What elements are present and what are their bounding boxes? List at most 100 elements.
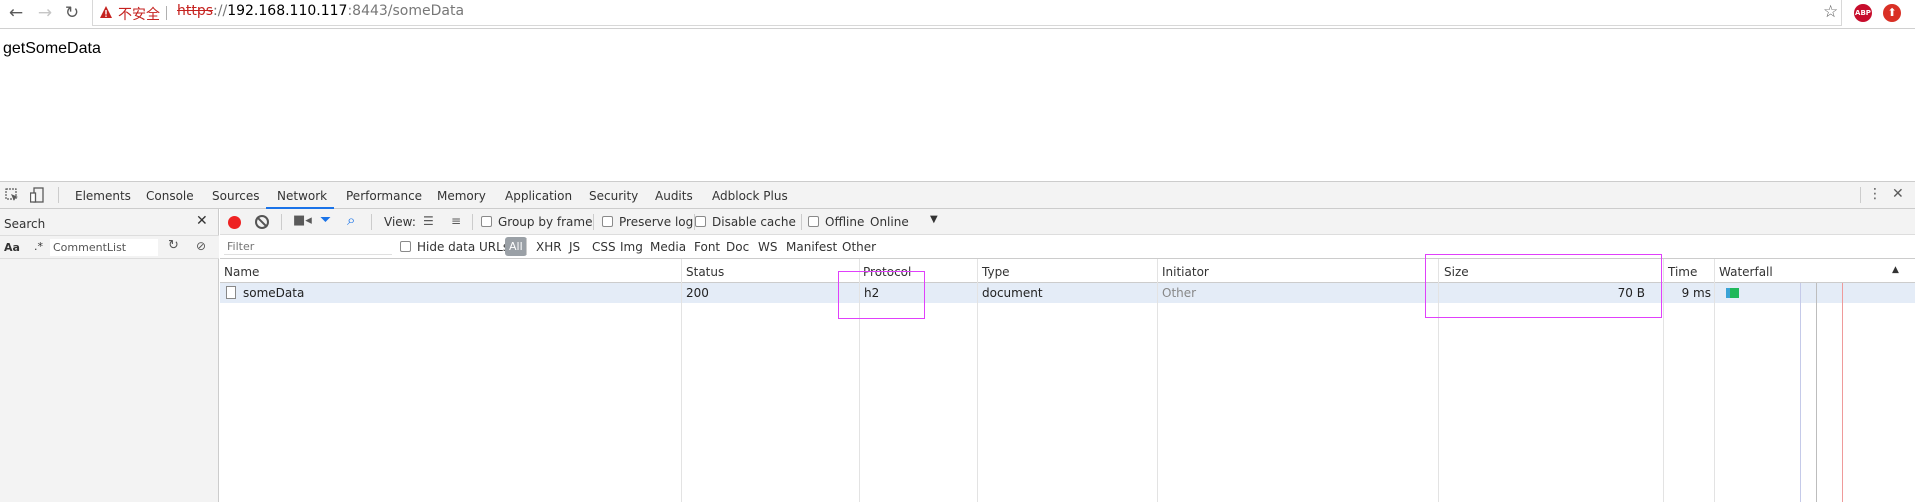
throttling-select[interactable]: Online	[870, 215, 909, 229]
url-scheme: https	[177, 3, 214, 19]
offline-label[interactable]: Offline	[825, 215, 864, 229]
filter-type-js[interactable]: JS	[569, 240, 580, 254]
search-input[interactable]	[50, 239, 158, 256]
tab-memory[interactable]: Memory	[437, 189, 486, 203]
filter-type-all[interactable]: All	[505, 237, 527, 256]
tab-application[interactable]: Application	[505, 189, 572, 203]
document-file-icon	[226, 286, 236, 299]
clear-icon[interactable]: ⊘	[196, 239, 206, 253]
annotation-box-protocol	[838, 271, 925, 319]
hide-data-urls-label[interactable]: Hide data URLs	[417, 240, 509, 254]
column-header-time[interactable]: Time	[1668, 265, 1697, 279]
tabbar-divider-right	[1860, 187, 1861, 203]
filter-type-xhr[interactable]: XHR	[536, 240, 562, 254]
preserve-log-label[interactable]: Preserve log	[619, 215, 693, 229]
dom-content-loaded-line	[1800, 283, 1801, 502]
column-divider[interactable]	[1157, 259, 1158, 502]
back-arrow-icon[interactable]: ←	[6, 3, 26, 23]
cell-initiator: Other	[1162, 286, 1197, 300]
filter-type-img[interactable]: Img	[620, 240, 643, 254]
toolbar-divider	[472, 214, 473, 230]
filter-type-manifest[interactable]: Manifest	[786, 240, 837, 254]
disable-cache-label[interactable]: Disable cache	[712, 215, 796, 229]
column-header-name[interactable]: Name	[224, 265, 259, 279]
inspect-element-icon[interactable]	[5, 188, 19, 202]
match-case-toggle[interactable]: Aa	[4, 241, 20, 254]
filter-type-doc[interactable]: Doc	[726, 240, 749, 254]
column-divider[interactable]	[681, 259, 682, 502]
toolbar-divider	[593, 214, 594, 230]
cell-type: document	[982, 286, 1043, 300]
group-by-frame-checkbox[interactable]	[481, 216, 492, 227]
cell-name[interactable]: someData	[243, 286, 304, 300]
tab-adblock-plus[interactable]: Adblock Plus	[712, 189, 788, 203]
search-row: Aa .* ↻ ⊘	[0, 235, 219, 259]
toolbar-divider	[281, 214, 282, 230]
overview-icon[interactable]: ≡	[451, 214, 461, 228]
devtools-tabbar: Elements Console Sources Network Perform…	[0, 182, 1915, 209]
group-by-frame-label[interactable]: Group by frame	[498, 215, 592, 229]
column-header-waterfall[interactable]: Waterfall	[1719, 265, 1773, 279]
url-scheme-sep: ://	[213, 3, 228, 19]
extension-arrow-icon[interactable]: ⬆	[1883, 4, 1901, 22]
insecure-label[interactable]: 不安全	[118, 4, 160, 24]
network-toolbar: ■◂ ⏷ ⌕ View: ☰ ≡ Group by frame Preserve…	[220, 209, 1915, 235]
tab-performance[interactable]: Performance	[346, 189, 422, 203]
filter-type-css[interactable]: CSS	[592, 240, 616, 254]
column-divider[interactable]	[1714, 259, 1715, 502]
clear-log-icon[interactable]	[255, 215, 269, 229]
toolbar-divider	[801, 214, 802, 230]
tabbar-divider	[58, 187, 59, 203]
tab-security[interactable]: Security	[589, 189, 638, 203]
filter-type-font[interactable]: Font	[694, 240, 720, 254]
forward-arrow-icon[interactable]: →	[35, 3, 55, 23]
column-header-status[interactable]: Status	[686, 265, 724, 279]
warning-icon[interactable]	[99, 5, 113, 19]
url-text[interactable]: https://192.168.110.117:8443/someData	[177, 3, 464, 19]
filter-input[interactable]	[224, 238, 392, 255]
offline-checkbox[interactable]	[808, 216, 819, 227]
filter-type-ws[interactable]: WS	[758, 240, 777, 254]
camera-icon[interactable]: ■◂	[293, 213, 312, 228]
column-divider[interactable]	[977, 259, 978, 502]
device-toolbar-icon[interactable]	[30, 187, 44, 203]
close-devtools-icon[interactable]: ✕	[1892, 186, 1904, 202]
bookmark-star-icon[interactable]: ☆	[1823, 2, 1838, 22]
cell-status: 200	[686, 286, 709, 300]
disable-cache-checkbox[interactable]	[695, 216, 706, 227]
search-drawer-title: Search	[4, 217, 46, 231]
large-rows-icon[interactable]: ☰	[423, 214, 434, 228]
column-header-type[interactable]: Type	[982, 265, 1010, 279]
tab-network[interactable]: Network	[277, 189, 327, 203]
search-drawer: Search ✕ Aa .* ↻ ⊘	[0, 209, 219, 502]
reload-icon[interactable]: ↻	[62, 3, 82, 23]
close-search-icon[interactable]: ✕	[196, 213, 208, 229]
annotation-box-size	[1425, 254, 1662, 318]
filter-icon[interactable]: ⏷	[320, 212, 331, 228]
tab-elements[interactable]: Elements	[75, 189, 131, 203]
filter-type-media[interactable]: Media	[650, 240, 686, 254]
devtools-panel: Elements Console Sources Network Perform…	[0, 181, 1915, 502]
refresh-icon[interactable]: ↻	[168, 238, 179, 253]
more-options-icon[interactable]: ⋮	[1868, 186, 1882, 202]
tab-audits[interactable]: Audits	[655, 189, 693, 203]
record-button[interactable]	[228, 216, 241, 229]
hide-data-urls-checkbox[interactable]	[400, 241, 411, 252]
address-bar[interactable]: 不安全 https://192.168.110.117:8443/someDat…	[92, 0, 1842, 26]
column-divider[interactable]	[1663, 259, 1664, 502]
preserve-log-checkbox[interactable]	[602, 216, 613, 227]
search-icon[interactable]: ⌕	[347, 211, 355, 229]
sort-ascending-icon[interactable]: ▲	[1892, 265, 1899, 275]
page-body-text: getSomeData	[3, 40, 101, 57]
adblock-plus-icon[interactable]: ABP	[1854, 4, 1872, 22]
url-host: 192.168.110.117	[227, 3, 348, 19]
regex-toggle[interactable]: .*	[34, 240, 43, 253]
chevron-down-icon[interactable]: ▼	[930, 214, 938, 225]
waterfall-waiting-bar	[1726, 288, 1730, 298]
filter-type-other[interactable]: Other	[842, 240, 876, 254]
toolbar-divider	[371, 214, 372, 230]
tab-console[interactable]: Console	[146, 189, 194, 203]
waterfall-grid-line	[1816, 283, 1817, 502]
column-header-initiator[interactable]: Initiator	[1162, 265, 1209, 279]
tab-sources[interactable]: Sources	[212, 189, 259, 203]
